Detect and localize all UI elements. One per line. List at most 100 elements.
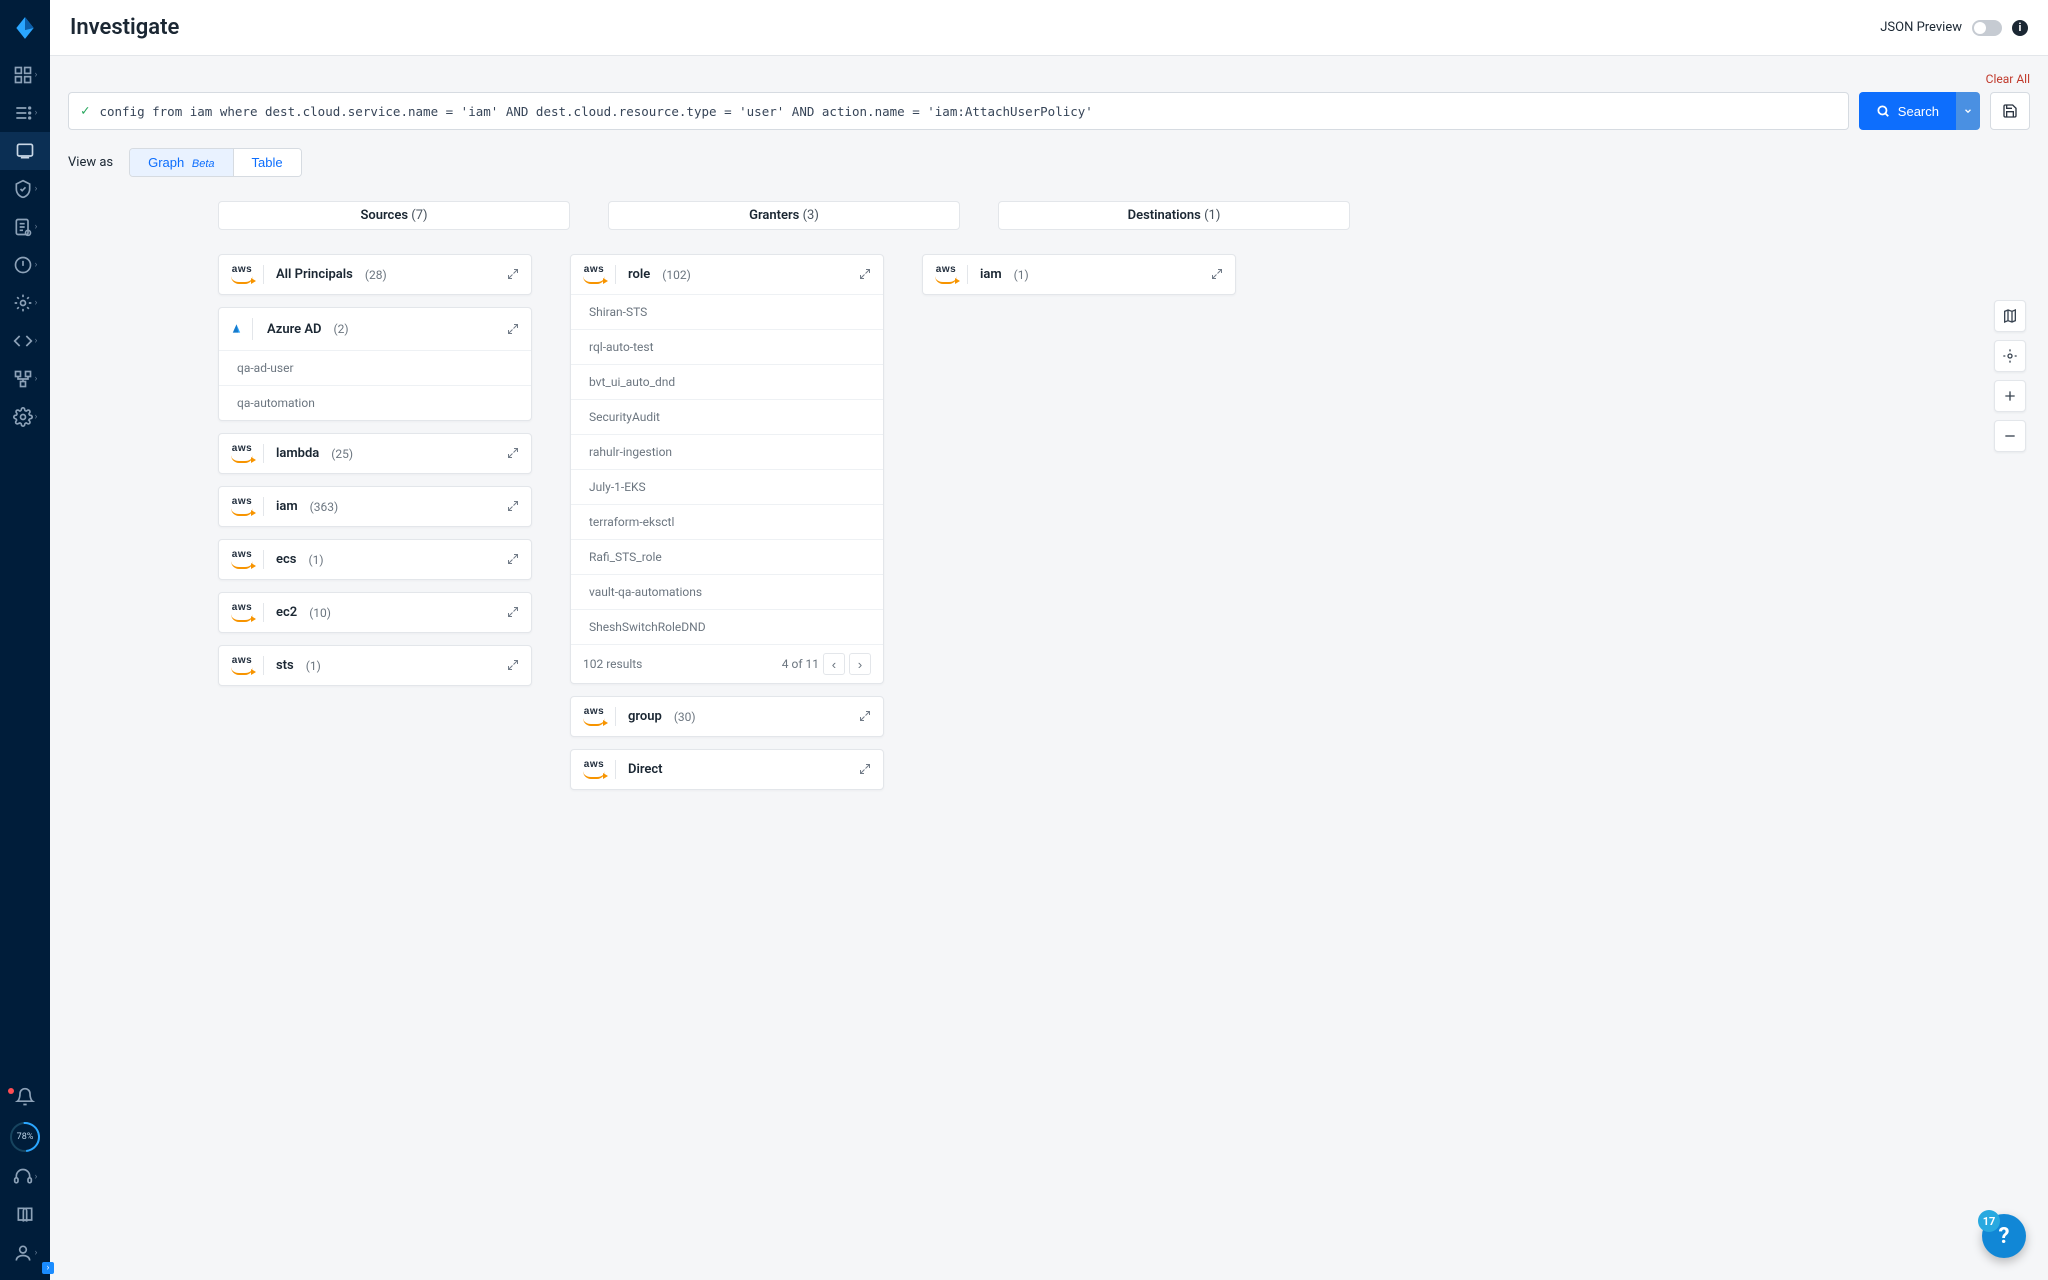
nav-inventory[interactable]: › bbox=[0, 94, 50, 132]
nav-settings[interactable]: › bbox=[0, 398, 50, 436]
list-item[interactable]: July-1-EKS bbox=[571, 469, 883, 504]
page-next-button[interactable]: › bbox=[849, 653, 871, 675]
source-card[interactable]: awsecs (1) bbox=[218, 539, 532, 580]
source-card[interactable]: awsiam (363) bbox=[218, 486, 532, 527]
granter-card[interactable]: awsrole (102)Shiran-STSrql-auto-testbvt_… bbox=[570, 254, 884, 684]
adoption-score[interactable]: 78% bbox=[10, 1122, 40, 1152]
list-item[interactable]: Rafi_STS_role bbox=[571, 539, 883, 574]
source-card[interactable]: Azure AD (2)qa-ad-userqa-automation bbox=[218, 307, 532, 421]
list-item[interactable]: SheshSwitchRoleDND bbox=[571, 609, 883, 644]
nav-support[interactable]: › bbox=[0, 1158, 50, 1196]
nav-compute[interactable]: › bbox=[0, 284, 50, 322]
nav-policies[interactable]: › bbox=[0, 170, 50, 208]
view-mode-graph[interactable]: Graph Beta bbox=[130, 149, 232, 176]
card-title: Azure AD bbox=[267, 322, 322, 337]
list-item[interactable]: bvt_ui_auto_dnd bbox=[571, 364, 883, 399]
map-tool-overview[interactable] bbox=[1994, 300, 2026, 332]
list-item[interactable]: Shiran-STS bbox=[571, 294, 883, 329]
nav-dashboard[interactable]: › bbox=[0, 56, 50, 94]
expand-icon[interactable] bbox=[859, 760, 871, 779]
help-button[interactable]: 17 ? bbox=[1982, 1214, 2026, 1258]
view-mode-table[interactable]: Table bbox=[233, 149, 301, 176]
view-as-label: View as bbox=[68, 155, 113, 170]
view-mode-segment: Graph Beta Table bbox=[129, 148, 301, 177]
card-count: (30) bbox=[674, 710, 696, 724]
card-count: (28) bbox=[365, 268, 387, 282]
list-item[interactable]: SecurityAudit bbox=[571, 399, 883, 434]
aws-provider-icon: aws bbox=[231, 444, 264, 463]
list-item[interactable]: rql-auto-test bbox=[571, 329, 883, 364]
granter-card[interactable]: aws group (30) bbox=[570, 696, 884, 737]
list-item[interactable]: vault-qa-automations bbox=[571, 574, 883, 609]
granter-card[interactable]: aws Direct bbox=[570, 749, 884, 790]
card-title: Direct bbox=[628, 762, 663, 777]
map-tool-recenter[interactable] bbox=[1994, 340, 2026, 372]
page-indicator: 4 of 11 bbox=[782, 657, 819, 671]
map-tool-zoom-in[interactable] bbox=[1994, 380, 2026, 412]
nav-docs[interactable] bbox=[0, 1196, 50, 1234]
granters-column: awsrole (102)Shiran-STSrql-auto-testbvt_… bbox=[570, 254, 884, 790]
destination-card[interactable]: awsiam (1) bbox=[922, 254, 1236, 295]
json-preview-toggle[interactable]: JSON Preview i bbox=[1880, 20, 2028, 36]
info-icon[interactable]: i bbox=[2012, 20, 2028, 36]
card-title: sts bbox=[276, 658, 294, 673]
clear-all-link[interactable]: Clear All bbox=[68, 72, 2030, 86]
expand-icon[interactable] bbox=[507, 444, 519, 463]
card-count: (1) bbox=[1014, 268, 1029, 282]
card-title: group bbox=[628, 709, 662, 724]
expand-icon[interactable] bbox=[859, 707, 871, 726]
card-pager: 102 results4 of 11‹› bbox=[571, 644, 883, 683]
source-card[interactable]: awsAll Principals (28) bbox=[218, 254, 532, 295]
expand-icon[interactable] bbox=[507, 603, 519, 622]
nav-compliance[interactable]: › bbox=[0, 208, 50, 246]
aws-provider-icon: aws bbox=[583, 760, 616, 779]
card-title: All Principals bbox=[276, 267, 353, 282]
card-count: (1) bbox=[306, 659, 321, 673]
source-card[interactable]: awsec2 (10) bbox=[218, 592, 532, 633]
aws-provider-icon: aws bbox=[583, 707, 616, 726]
card-count: (102) bbox=[662, 268, 691, 282]
nav-investigate[interactable] bbox=[0, 132, 50, 170]
list-item[interactable]: qa-ad-user bbox=[219, 350, 531, 385]
expand-icon[interactable] bbox=[507, 265, 519, 284]
aws-provider-icon: aws bbox=[231, 497, 264, 516]
list-item[interactable]: qa-automation bbox=[219, 385, 531, 420]
list-item[interactable]: rahulr-ingestion bbox=[571, 434, 883, 469]
aws-provider-icon: aws bbox=[583, 265, 616, 284]
search-dropdown-button[interactable] bbox=[1956, 92, 1980, 130]
expand-icon[interactable] bbox=[859, 265, 871, 284]
list-item[interactable]: terraform-eksctl bbox=[571, 504, 883, 539]
source-card[interactable]: aws lambda (25) bbox=[218, 433, 532, 474]
page-title: Investigate bbox=[70, 15, 179, 40]
card-count: (25) bbox=[331, 447, 353, 461]
query-text: config from iam where dest.cloud.service… bbox=[99, 104, 1092, 119]
card-title: lambda bbox=[276, 446, 319, 461]
aws-provider-icon: aws bbox=[935, 265, 968, 284]
card-title: iam bbox=[276, 499, 298, 514]
expand-icon[interactable] bbox=[507, 497, 519, 516]
card-count: (1) bbox=[308, 553, 323, 567]
expand-icon[interactable] bbox=[507, 550, 519, 569]
nav-code[interactable]: › bbox=[0, 322, 50, 360]
save-query-button[interactable] bbox=[1990, 92, 2030, 130]
aws-provider-icon: aws bbox=[231, 550, 264, 569]
map-tool-zoom-out[interactable] bbox=[1994, 420, 2026, 452]
azure-provider-icon bbox=[231, 318, 253, 340]
topbar: Investigate JSON Preview i bbox=[50, 0, 2048, 56]
card-sublist: Shiran-STSrql-auto-testbvt_ui_auto_dndSe… bbox=[571, 294, 883, 644]
nav-alerts[interactable]: › bbox=[0, 246, 50, 284]
json-preview-label: JSON Preview bbox=[1880, 20, 1962, 35]
toggle-switch[interactable] bbox=[1972, 20, 2002, 36]
card-title: ecs bbox=[276, 552, 296, 567]
nav-network[interactable]: › bbox=[0, 360, 50, 398]
brand-logo[interactable] bbox=[0, 6, 50, 50]
expand-icon[interactable] bbox=[1211, 265, 1223, 284]
source-card[interactable]: awssts (1) bbox=[218, 645, 532, 686]
page-prev-button[interactable]: ‹ bbox=[823, 653, 845, 675]
nav-notifications[interactable] bbox=[0, 1078, 50, 1116]
search-button[interactable]: Search bbox=[1859, 92, 1956, 130]
nav-profile[interactable]: › › bbox=[0, 1234, 50, 1272]
expand-icon[interactable] bbox=[507, 656, 519, 675]
expand-icon[interactable] bbox=[507, 320, 519, 339]
query-input[interactable]: ✓ config from iam where dest.cloud.servi… bbox=[68, 92, 1849, 130]
